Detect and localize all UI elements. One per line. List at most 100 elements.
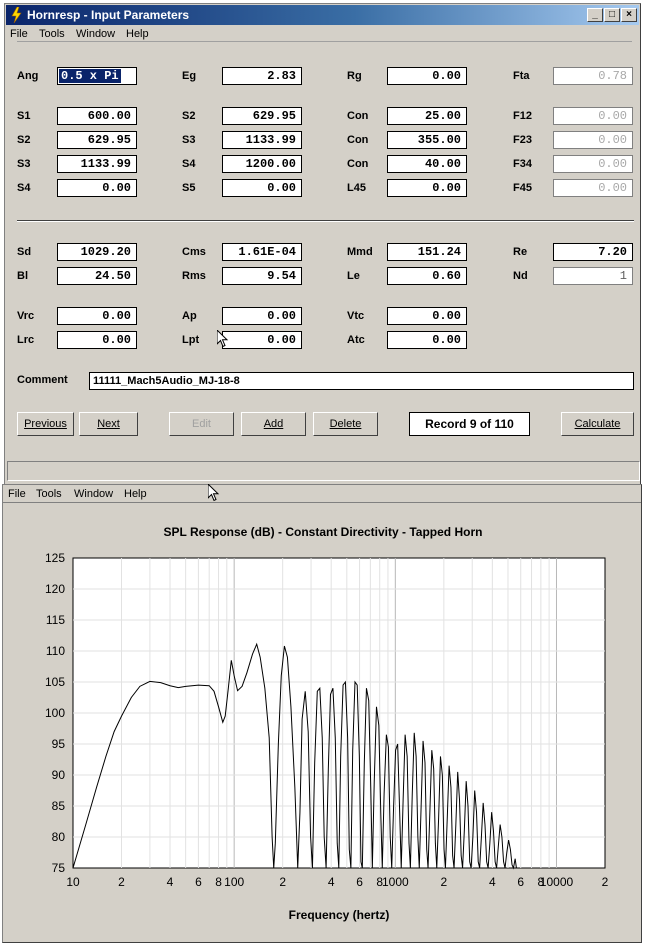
mmd-field[interactable]: 151.24 [387, 243, 467, 261]
label-f34: F34 [513, 158, 532, 170]
l45-field[interactable]: 0.00 [387, 179, 467, 197]
y-tick-label: 90 [52, 768, 66, 782]
ang-field[interactable]: 0.5 x Pi [57, 67, 137, 85]
bl-field[interactable]: 24.50 [57, 267, 137, 285]
label-ang: Ang [17, 70, 39, 82]
x-tick-label: 100 [224, 875, 244, 889]
s2-segment-field[interactable]: 629.95 [57, 131, 137, 149]
hornresp-lightning-icon [11, 7, 22, 23]
maximize-button[interactable]: □ [604, 8, 620, 22]
label-s3: S3 [182, 134, 196, 146]
label-lrc: Lrc [17, 334, 35, 346]
edit-button[interactable]: Edit [169, 412, 234, 436]
con-1-field[interactable]: 25.00 [387, 107, 467, 125]
vtc-field[interactable]: 0.00 [387, 307, 467, 325]
lpt-field[interactable]: 0.00 [222, 331, 302, 349]
y-tick-label: 125 [45, 551, 65, 565]
re-field[interactable]: 7.20 [553, 243, 633, 261]
spl-chart: SPL Response (dB) - Constant Directivity… [45, 525, 609, 922]
label-con-3: Con [347, 158, 369, 170]
mouse-cursor-icon [217, 330, 229, 348]
vrc-field[interactable]: 0.00 [57, 307, 137, 325]
y-tick-label: 75 [52, 861, 66, 875]
con-3-field[interactable]: 40.00 [387, 155, 467, 173]
y-tick-label: 100 [45, 706, 65, 720]
label-fta: Fta [513, 70, 530, 82]
minimize-button[interactable]: _ [587, 8, 603, 22]
title-bar[interactable]: Hornresp - Input Parameters _ □ × [6, 5, 639, 25]
f45-field: 0.00 [553, 179, 633, 197]
menu-help[interactable]: Help [126, 28, 149, 40]
x-tick-label: 4 [328, 875, 335, 889]
s3-field[interactable]: 1133.99 [222, 131, 302, 149]
spl-chart-window: File Tools Window Help SPL Response (dB)… [2, 484, 642, 943]
rms-field[interactable]: 9.54 [222, 267, 302, 285]
chart-title: SPL Response (dB) - Constant Directivity… [164, 525, 483, 539]
y-tick-label: 105 [45, 675, 65, 689]
menu-window[interactable]: Window [76, 28, 115, 40]
s4-field[interactable]: 1200.00 [222, 155, 302, 173]
add-button[interactable]: Add [241, 412, 306, 436]
y-tick-label: 115 [46, 613, 65, 627]
calculate-button[interactable]: Calculate [561, 412, 634, 436]
x-tick-label: 2 [440, 875, 447, 889]
cms-field[interactable]: 1.61E-04 [222, 243, 302, 261]
label-atc: Atc [347, 334, 365, 346]
label-rms: Rms [182, 270, 206, 282]
next-button[interactable]: Next [79, 412, 138, 436]
label-ap: Ap [182, 310, 197, 322]
s2-field[interactable]: 629.95 [222, 107, 302, 125]
x-tick-label: 4 [489, 875, 496, 889]
y-tick-labels: 75 80 85 90 95 100 105 110 115 120 125 [45, 551, 65, 875]
ap-field[interactable]: 0.00 [222, 307, 302, 325]
menu-file[interactable]: File [10, 28, 28, 40]
comment-field[interactable]: 11111_Mach5Audio_MJ-18-8 [89, 372, 634, 390]
close-button[interactable]: × [621, 8, 637, 22]
f12-field: 0.00 [553, 107, 633, 125]
label-bl: Bl [17, 270, 28, 282]
con-2-field[interactable]: 355.00 [387, 131, 467, 149]
x-tick-label: 2 [279, 875, 286, 889]
x-tick-labels: 10 2 4 6 8 100 2 4 6 81000 2 4 6 810000 2 [66, 875, 608, 889]
s1-field[interactable]: 600.00 [57, 107, 137, 125]
label-f12: F12 [513, 110, 532, 122]
fta-field: 0.78 [553, 67, 633, 85]
label-s4-segment: S4 [17, 182, 31, 194]
eg-field[interactable]: 2.83 [222, 67, 302, 85]
menu-tools[interactable]: Tools [39, 28, 65, 40]
s3-segment-field[interactable]: 1133.99 [57, 155, 137, 173]
lrc-field[interactable]: 0.00 [57, 331, 137, 349]
label-s1: S1 [17, 110, 31, 122]
x-tick-label: 2 [602, 875, 609, 889]
x-tick-label: 6 [195, 875, 202, 889]
s4-segment-field[interactable]: 0.00 [57, 179, 137, 197]
status-bar [7, 461, 640, 481]
y-tick-label: 110 [46, 644, 65, 658]
x-tick-label: 8 [215, 875, 222, 889]
menu-separator [17, 41, 632, 42]
nd-field[interactable]: 1 [553, 267, 633, 285]
label-s5: S5 [182, 182, 196, 194]
label-rg: Rg [347, 70, 362, 82]
rg-field[interactable]: 0.00 [387, 67, 467, 85]
x-tick-label: 4 [167, 875, 174, 889]
x-axis-label: Frequency (hertz) [289, 908, 390, 922]
input-parameters-window: Hornresp - Input Parameters _ □ × File T… [4, 3, 641, 485]
y-tick-label: 85 [52, 799, 66, 813]
label-s2-segment: S2 [17, 134, 31, 146]
label-con-1: Con [347, 110, 369, 122]
label-sd: Sd [17, 246, 32, 258]
y-tick-label: 95 [52, 737, 66, 751]
previous-button[interactable]: Previous [17, 412, 74, 436]
label-eg: Eg [182, 70, 197, 82]
section-divider [17, 220, 634, 222]
atc-field[interactable]: 0.00 [387, 331, 467, 349]
sd-field[interactable]: 1029.20 [57, 243, 137, 261]
le-field[interactable]: 0.60 [387, 267, 467, 285]
label-lpt: Lpt [182, 334, 200, 346]
label-s2: S2 [182, 110, 196, 122]
s5-field[interactable]: 0.00 [222, 179, 302, 197]
x-tick-label: 6 [517, 875, 524, 889]
label-re: Re [513, 246, 528, 258]
delete-button[interactable]: Delete [313, 412, 378, 436]
